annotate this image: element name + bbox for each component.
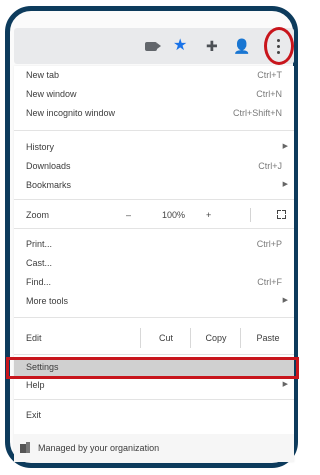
menu-item-label: Print...: [26, 239, 53, 249]
menu-item-bookmarks[interactable]: Bookmarks ▶: [14, 176, 294, 194]
building-icon: [20, 442, 30, 453]
shortcut: Ctrl+P: [256, 239, 282, 249]
fullscreen-icon[interactable]: [277, 210, 286, 219]
zoom-out-button[interactable]: –: [126, 206, 131, 224]
menu-divider: [14, 317, 294, 318]
shortcut: Ctrl+N: [256, 89, 282, 99]
puzzle-icon[interactable]: ✚: [206, 37, 218, 55]
menu-item-new-window[interactable]: New window Ctrl+N: [14, 85, 294, 103]
star-icon[interactable]: ★: [173, 37, 187, 55]
menu-item-exit[interactable]: Exit: [14, 406, 294, 424]
shortcut: Ctrl+T: [257, 70, 282, 80]
menu-divider: [14, 399, 294, 400]
profile-icon[interactable]: 👤: [233, 37, 250, 55]
menu-item-label: Exit: [26, 410, 42, 420]
kebab-menu-highlight: [264, 27, 294, 65]
zoom-in-button[interactable]: +: [206, 206, 211, 224]
menu-item-edit: Edit Cut Copy Paste: [14, 328, 294, 348]
menu-item-more-tools[interactable]: More tools ▶: [14, 292, 294, 310]
menu-item-zoom: Zoom – 100% +: [14, 206, 294, 224]
managed-label: Managed by your organization: [38, 443, 160, 453]
menu-divider: [14, 199, 294, 200]
menu-item-label: Cast...: [26, 258, 53, 268]
submenu-arrow-icon: ▶: [282, 143, 288, 150]
menu-divider: [14, 130, 294, 131]
video-icon[interactable]: [145, 42, 161, 51]
browser-toolbar: ★ ✚ 👤: [14, 28, 294, 64]
menu-item-label: Zoom: [26, 210, 50, 220]
shortcut: Ctrl+Shift+N: [232, 108, 282, 118]
menu-divider: [14, 354, 294, 355]
menu-item-label: New window: [26, 89, 77, 99]
menu-item-label: Downloads: [26, 161, 71, 171]
submenu-arrow-icon: ▶: [282, 181, 288, 188]
kebab-menu-icon[interactable]: [277, 36, 281, 57]
menu-item-cast[interactable]: Cast...: [14, 254, 294, 272]
menu-item-label: New tab: [26, 70, 60, 80]
zoom-divider: [250, 208, 251, 222]
menu-item-new-tab[interactable]: New tab Ctrl+T: [14, 66, 294, 84]
shortcut: Ctrl+J: [258, 161, 282, 171]
settings-highlight: [6, 357, 299, 379]
menu-divider: [14, 228, 294, 229]
submenu-arrow-icon: ▶: [282, 297, 288, 304]
menu-item-label: Find...: [26, 277, 52, 287]
menu-item-downloads[interactable]: Downloads Ctrl+J: [14, 157, 294, 175]
chrome-menu: New tab Ctrl+T New window Ctrl+N New inc…: [14, 66, 294, 462]
menu-item-print[interactable]: Print... Ctrl+P: [14, 235, 294, 253]
paste-button[interactable]: Paste: [240, 328, 295, 348]
menu-item-label: Bookmarks: [26, 180, 72, 190]
zoom-level: 100%: [162, 210, 186, 220]
shortcut: Ctrl+F: [257, 277, 282, 287]
menu-item-label: New incognito window: [26, 108, 116, 118]
menu-item-label: More tools: [26, 296, 69, 306]
menu-item-new-incognito-window[interactable]: New incognito window Ctrl+Shift+N: [14, 104, 294, 122]
menu-item-history[interactable]: History ▶: [14, 138, 294, 156]
menu-item-label: Edit: [26, 333, 42, 343]
menu-item-find[interactable]: Find... Ctrl+F: [14, 273, 294, 291]
copy-button[interactable]: Copy: [190, 328, 241, 348]
menu-item-label: History: [26, 142, 55, 152]
cut-button[interactable]: Cut: [140, 328, 191, 348]
managed-by-organization[interactable]: Managed by your organization: [14, 434, 294, 462]
